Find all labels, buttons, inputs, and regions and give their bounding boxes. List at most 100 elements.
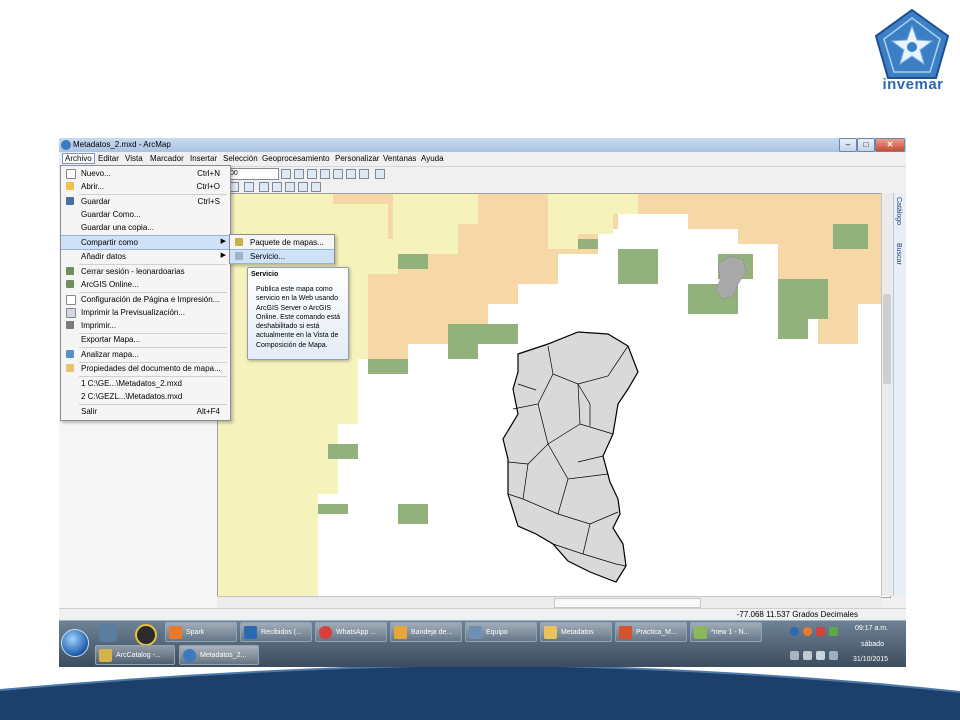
menu-item-abrir[interactable]: Abrir... Ctrl+O [61, 180, 230, 193]
minimize-button[interactable]: – [839, 138, 857, 152]
menu-item-exportar[interactable]: Exportar Mapa... [61, 333, 230, 346]
arccatalog-icon [99, 649, 112, 662]
menu-ventanas[interactable]: Ventanas [383, 154, 416, 163]
network-icon[interactable] [816, 651, 825, 660]
menu-item-imprimir-previa[interactable]: Imprimir la Previsualización... [61, 306, 230, 319]
menu-item-compartir-como[interactable]: Compartir como ▶ [61, 235, 230, 250]
tool-icon[interactable] [320, 169, 330, 179]
menu-item-propiedades[interactable]: Propiedades del documento de mapa... [61, 362, 230, 375]
tooltip-line: servicio en la Web usando [256, 295, 338, 303]
display-icon[interactable] [829, 651, 838, 660]
page-setup-icon [66, 295, 76, 305]
menu-item-imprimir[interactable]: Imprimir... [61, 319, 230, 332]
new-document-icon [66, 169, 76, 179]
menu-seleccion[interactable]: Selección [223, 154, 258, 163]
print-preview-icon [66, 308, 76, 318]
tool-icon[interactable] [311, 182, 321, 192]
tooltip-line: actualmente en la Vista de [256, 332, 339, 340]
save-icon [66, 197, 74, 205]
window-title: Metadatos_2.mxd - ArcMap [73, 140, 171, 149]
system-tray: 09:17 a.m. sábado 31/10/2015 [789, 621, 906, 667]
menu-geoprocesamiento[interactable]: Geoprocesamiento [262, 154, 330, 163]
tool-icon[interactable] [346, 169, 356, 179]
menu-personalizar[interactable]: Personalizar [335, 154, 379, 163]
menu-item-config-pagina[interactable]: Configuración de Página e Impresión... [61, 293, 230, 306]
tool-icon[interactable] [359, 169, 369, 179]
menu-item-paquete-mapas[interactable]: Paquete de mapas... [230, 236, 334, 249]
tool-icon[interactable] [285, 182, 295, 192]
arcmap-icon [183, 649, 196, 662]
menu-archivo[interactable]: Archivo [62, 153, 95, 164]
tooltip-title: Servicio [251, 271, 279, 278]
tool-icon[interactable] [294, 169, 304, 179]
pinned-app-icon[interactable] [99, 624, 117, 642]
right-dock-panel: Catálogo Buscar [893, 193, 906, 596]
taskbar-arcmap[interactable]: Metadatos_2... [179, 645, 259, 665]
tooltip-line: Composición de Mapa. [256, 341, 328, 349]
menu-marcador[interactable]: Marcador [150, 154, 184, 163]
tooltip-line: ArcGIS Server o ArcGIS [256, 304, 332, 312]
menu-vista[interactable]: Vista [125, 154, 143, 163]
taskbar-equipo[interactable]: Equipo [465, 622, 537, 642]
menu-item-servicio[interactable]: Servicio... [230, 249, 334, 264]
close-button[interactable]: ✕ [875, 138, 905, 152]
menu-item-recent-1[interactable]: 1 C:\GE...\Metadatos_2.mxd [61, 377, 230, 390]
taskbar-arccatalog[interactable]: ArcCatalog -... [95, 645, 175, 665]
horizontal-scroll-thumb[interactable] [554, 598, 701, 608]
tool-icon[interactable] [244, 182, 254, 192]
windows-flag-icon[interactable] [829, 627, 838, 636]
menu-item-guardar[interactable]: Guardar Ctrl+S [61, 195, 230, 208]
taskbar-bandeja[interactable]: Bandeja de... [390, 622, 462, 642]
start-button[interactable] [61, 629, 89, 657]
menu-item-anadir-datos[interactable]: Añadir datos ▶ [61, 250, 230, 263]
title-bar: Metadatos_2.mxd - ArcMap – □ ✕ [59, 138, 906, 152]
tool-icon[interactable] [307, 169, 317, 179]
taskbar-notepad[interactable]: *new 1 - N... [690, 622, 762, 642]
computer-icon [469, 626, 482, 639]
taskbar-spark[interactable]: Spark [165, 622, 237, 642]
tooltip-line: Online. Este comando está [256, 313, 341, 321]
menu-item-nuevo[interactable]: Nuevo... Ctrl+N [61, 167, 230, 180]
tab-buscar[interactable]: Buscar [895, 243, 902, 265]
clock-time[interactable]: 09:17 a.m. [855, 625, 888, 632]
maximize-button[interactable]: □ [857, 138, 875, 152]
taskbar-practica[interactable]: Practica_M... [615, 622, 687, 642]
menu-editar[interactable]: Editar [98, 154, 119, 163]
tool-icon[interactable] [333, 169, 343, 179]
tab-catalogo[interactable]: Catálogo [895, 197, 902, 225]
pinned-app-icon[interactable] [135, 624, 157, 646]
flag-icon[interactable] [790, 651, 799, 660]
menu-item-analizar[interactable]: Analizar mapa... [61, 348, 230, 361]
menu-insertar[interactable]: Insertar [190, 154, 217, 163]
grid-icon [66, 280, 74, 288]
tool-icon[interactable] [298, 182, 308, 192]
scrollbar-thumb[interactable] [883, 294, 891, 384]
outlook-icon [394, 626, 407, 639]
menu-item-guardar-copia[interactable]: Guardar una copia... [61, 221, 230, 234]
volume-icon[interactable] [803, 651, 812, 660]
scale-combobox[interactable]: 00 [227, 168, 279, 180]
menu-ayuda[interactable]: Ayuda [421, 154, 444, 163]
tooltip-line: Publica este mapa como [256, 286, 333, 293]
menu-item-cerrar-sesion[interactable]: Cerrar sesión - leonardoarias [61, 265, 230, 278]
clock-date[interactable]: 31/10/2015 [853, 656, 888, 663]
tray-icon[interactable] [803, 627, 812, 636]
taskbar-whatsapp[interactable]: WhatsApp ... [315, 622, 387, 642]
taskbar-metadatos[interactable]: Metadatos [540, 622, 612, 642]
menu-item-salir[interactable]: Salir Alt+F4 [61, 405, 230, 418]
powerpoint-icon [619, 626, 632, 639]
windows-taskbar: Spark Recibidos (... WhatsApp ... Bandej… [59, 620, 906, 667]
tool-icon[interactable] [281, 169, 291, 179]
logo-text: invemar [882, 76, 944, 93]
tray-icon[interactable] [790, 627, 799, 636]
tray-icon[interactable] [816, 627, 825, 636]
menu-item-arcgis-online[interactable]: ArcGIS Online... [61, 278, 230, 291]
binoculars-icon[interactable] [259, 182, 269, 192]
clock-day[interactable]: sábado [861, 641, 884, 648]
menu-item-guardar-como[interactable]: Guardar Como... [61, 208, 230, 221]
tool-icon[interactable] [375, 169, 385, 179]
menu-item-recent-2[interactable]: 2 C:\GEZL...\Metadatos.mxd [61, 390, 230, 403]
tool-icon[interactable] [272, 182, 282, 192]
taskbar-recibidos[interactable]: Recibidos (... [240, 622, 312, 642]
arcmap-window: Metadatos_2.mxd - ArcMap – □ ✕ Archivo E… [59, 138, 906, 667]
